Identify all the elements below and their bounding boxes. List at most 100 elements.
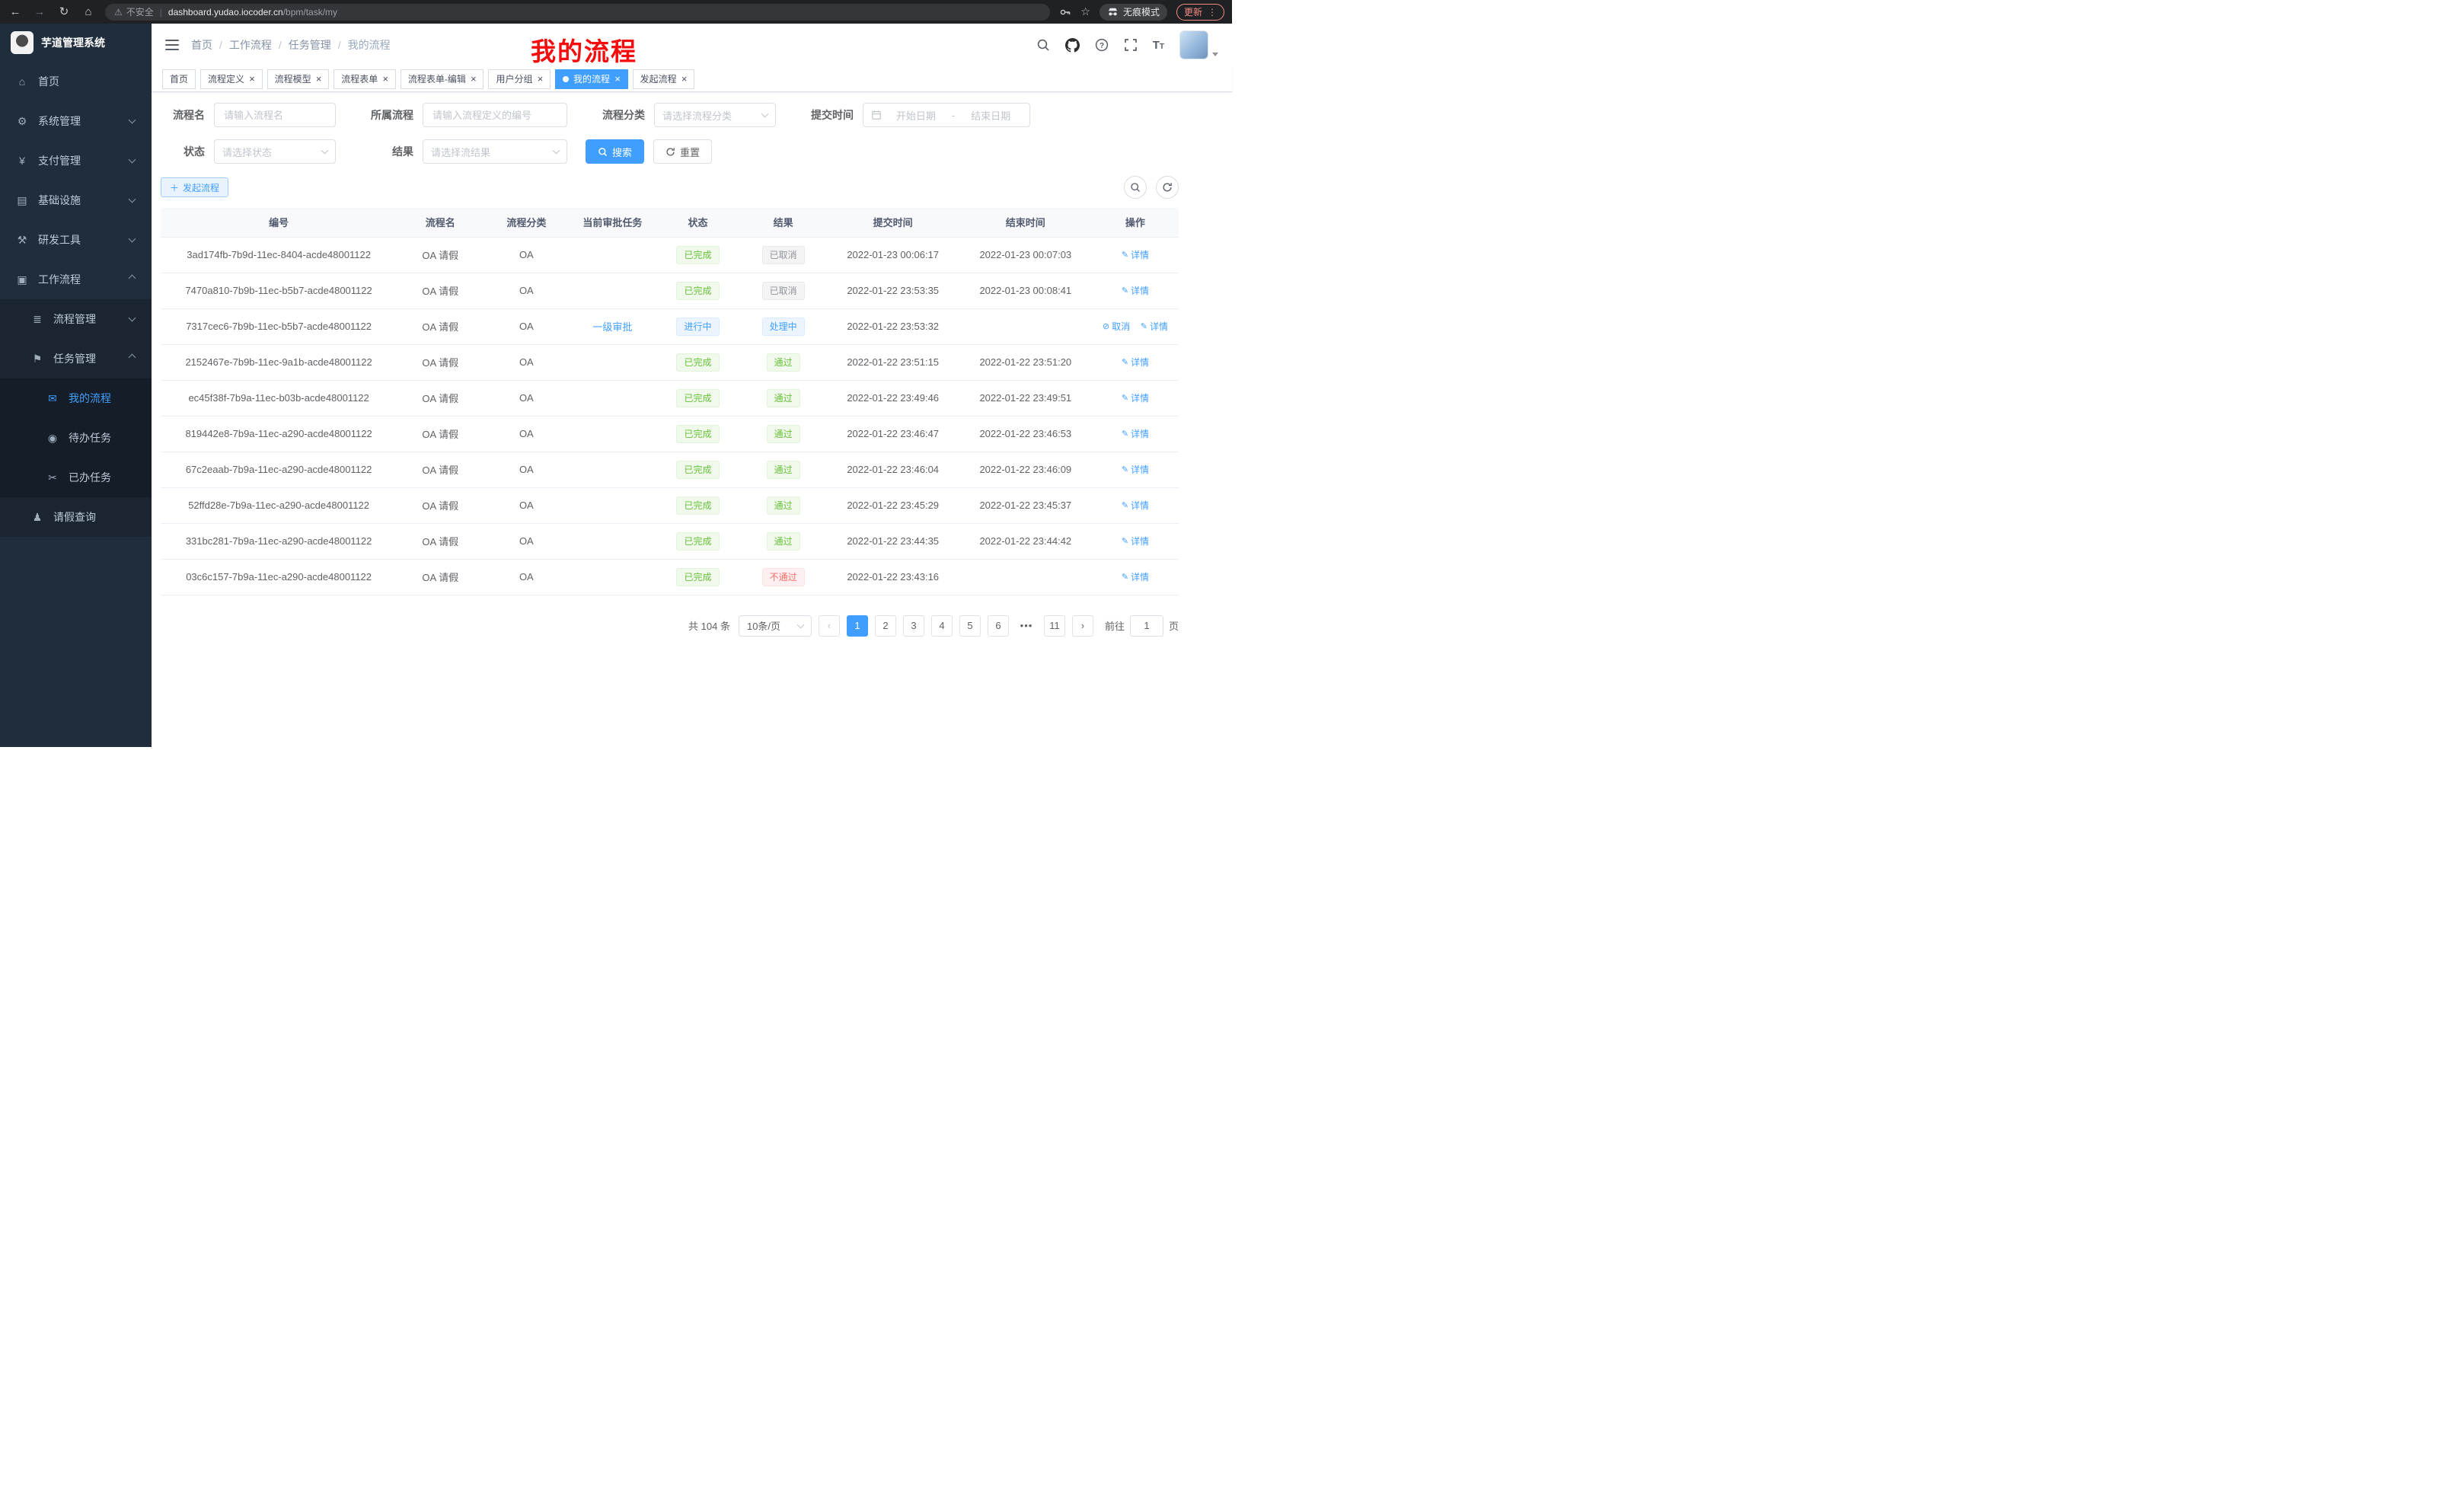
detail-action[interactable]: ✎详情 (1122, 391, 1149, 404)
address-bar[interactable]: ⚠ 不安全 | dashboard.yudao.iocoder.cn/bpm/t… (105, 4, 1050, 21)
sidebar-item[interactable]: ≣ 流程管理 (0, 299, 152, 339)
toggle-search-icon-button[interactable] (1124, 176, 1147, 199)
header-search-icon[interactable] (1036, 38, 1050, 52)
process-name-cell: OA 请假 (397, 452, 484, 487)
breadcrumb-item[interactable]: 首页 (191, 37, 212, 53)
security-warning[interactable]: ⚠ 不安全 (114, 5, 154, 18)
view-tab[interactable]: 流程表单 × (334, 69, 396, 89)
page-number-button[interactable]: 11 (1044, 615, 1065, 637)
help-icon[interactable]: ? (1095, 38, 1109, 52)
cancel-action[interactable]: ⊘取消 (1103, 320, 1130, 333)
close-icon[interactable]: × (614, 74, 621, 84)
view-tab[interactable]: 流程表单-编辑 × (401, 69, 484, 89)
reset-button[interactable]: 重置 (653, 139, 712, 164)
page-number-button[interactable]: 1 (847, 615, 868, 637)
page-number-button[interactable]: 3 (903, 615, 924, 637)
fullscreen-icon[interactable] (1124, 38, 1138, 52)
process-name-input[interactable] (214, 103, 336, 127)
browser-forward-icon[interactable]: → (32, 6, 47, 18)
detail-action[interactable]: ✎详情 (1122, 463, 1149, 476)
search-icon (598, 147, 608, 157)
sidebar-item[interactable]: ✉ 我的流程 (0, 378, 152, 418)
detail-action[interactable]: ✎详情 (1122, 570, 1149, 583)
incognito-badge: 无痕模式 (1100, 4, 1167, 21)
prev-page-button[interactable]: ‹ (819, 615, 840, 637)
sidebar-item[interactable]: ✂ 已办任务 (0, 458, 152, 497)
font-size-icon[interactable]: TT (1153, 39, 1164, 52)
view-tab[interactable]: 用户分组 × (488, 69, 551, 89)
sidebar-item[interactable]: ▤ 基础设施 (0, 180, 152, 220)
browser-menu-icon[interactable]: ⋮ (1208, 7, 1217, 18)
sidebar-item[interactable]: ⌂ 首页 (0, 62, 152, 101)
close-icon[interactable]: × (681, 74, 688, 84)
hamburger-icon[interactable] (165, 39, 179, 51)
result-cell: 通过 (740, 380, 827, 416)
status-cell: 进行中 (656, 308, 739, 344)
detail-action[interactable]: ✎详情 (1122, 535, 1149, 547)
parent-process-input[interactable] (423, 103, 567, 127)
page-number-button[interactable]: 2 (875, 615, 896, 637)
breadcrumb-item[interactable]: 我的流程 (348, 37, 391, 53)
next-page-button[interactable]: › (1072, 615, 1093, 637)
avatar[interactable] (1179, 30, 1208, 59)
breadcrumb-item[interactable]: 工作流程 (229, 37, 272, 53)
home-icon: ⌂ (15, 75, 29, 88)
detail-action[interactable]: ✎详情 (1122, 248, 1149, 261)
table-row: 331bc281-7b9a-11ec-a290-acde48001122 OA … (161, 523, 1179, 559)
view-tab[interactable]: 我的流程 × (555, 69, 628, 89)
sidebar-item[interactable]: ▣ 工作流程 (0, 260, 152, 299)
task-mgmt-icon: ⚑ (30, 353, 44, 366)
sidebar-item[interactable]: ¥ 支付管理 (0, 141, 152, 180)
bookmark-star-icon[interactable]: ☆ (1080, 5, 1090, 18)
browser-reload-icon[interactable]: ↻ (56, 6, 72, 18)
sidebar-item[interactable]: ⚒ 研发工具 (0, 220, 152, 260)
sidebar-item[interactable]: ⚑ 任务管理 (0, 339, 152, 378)
task-link[interactable]: 一级审批 (592, 321, 632, 333)
browser-home-icon[interactable]: ⌂ (81, 6, 96, 18)
browser-update-button[interactable]: 更新 ⋮ (1176, 4, 1224, 21)
chevron-icon (129, 275, 136, 283)
password-key-icon[interactable] (1059, 6, 1071, 18)
user-menu[interactable] (1179, 30, 1218, 59)
view-tab[interactable]: 流程模型 × (267, 69, 330, 89)
page-number-button[interactable]: 4 (931, 615, 953, 637)
detail-action[interactable]: ✎详情 (1122, 427, 1149, 440)
end-time-cell (959, 559, 1092, 595)
category-select[interactable]: 请选择流程分类 (654, 103, 776, 127)
page-number-button[interactable]: 5 (959, 615, 981, 637)
submit-time-range[interactable]: 开始日期 - 结束日期 (863, 103, 1030, 127)
view-tab[interactable]: 发起流程 × (633, 69, 695, 89)
page-number-button[interactable]: ••• (1016, 615, 1037, 637)
sidebar-item[interactable]: ◉ 待办任务 (0, 418, 152, 458)
page-size-select[interactable]: 10条/页 (739, 615, 812, 637)
status-select[interactable]: 请选择状态 (214, 139, 336, 164)
sidebar-item[interactable]: ⚙ 系统管理 (0, 101, 152, 141)
breadcrumb-item[interactable]: 任务管理 (289, 37, 331, 53)
search-button[interactable]: 搜索 (586, 139, 644, 164)
breadcrumb: 首页 / 工作流程 / 任务管理 / 我的流程 (191, 37, 391, 53)
logo[interactable]: 芋道管理系统 (0, 24, 152, 62)
start-process-button[interactable]: ＋ 发起流程 (161, 177, 228, 197)
result-select[interactable]: 请选择流结果 (423, 139, 567, 164)
edit-icon: ✎ (1122, 500, 1128, 510)
close-icon[interactable]: × (316, 74, 322, 84)
view-tab[interactable]: 流程定义 × (200, 69, 263, 89)
sidebar-item-label: 首页 (38, 74, 59, 89)
refresh-icon-button[interactable] (1156, 176, 1179, 199)
sidebar-item[interactable]: ♟ 请假查询 (0, 497, 152, 537)
view-tab[interactable]: 首页 (162, 69, 196, 89)
close-icon[interactable]: × (471, 74, 477, 84)
detail-action[interactable]: ✎详情 (1122, 499, 1149, 512)
detail-action[interactable]: ✎详情 (1141, 320, 1168, 333)
goto-page-input[interactable] (1130, 615, 1163, 637)
sidebar-item-label: 待办任务 (69, 430, 111, 445)
browser-back-icon[interactable]: ← (8, 6, 23, 18)
github-icon[interactable] (1065, 38, 1080, 53)
close-icon[interactable]: × (537, 74, 543, 84)
detail-action[interactable]: ✎详情 (1122, 284, 1149, 297)
detail-action[interactable]: ✎详情 (1122, 356, 1149, 369)
close-icon[interactable]: × (382, 74, 388, 84)
page-number-button[interactable]: 6 (988, 615, 1009, 637)
close-icon[interactable]: × (249, 74, 255, 84)
end-time-cell: 2022-01-22 23:44:42 (959, 523, 1092, 559)
